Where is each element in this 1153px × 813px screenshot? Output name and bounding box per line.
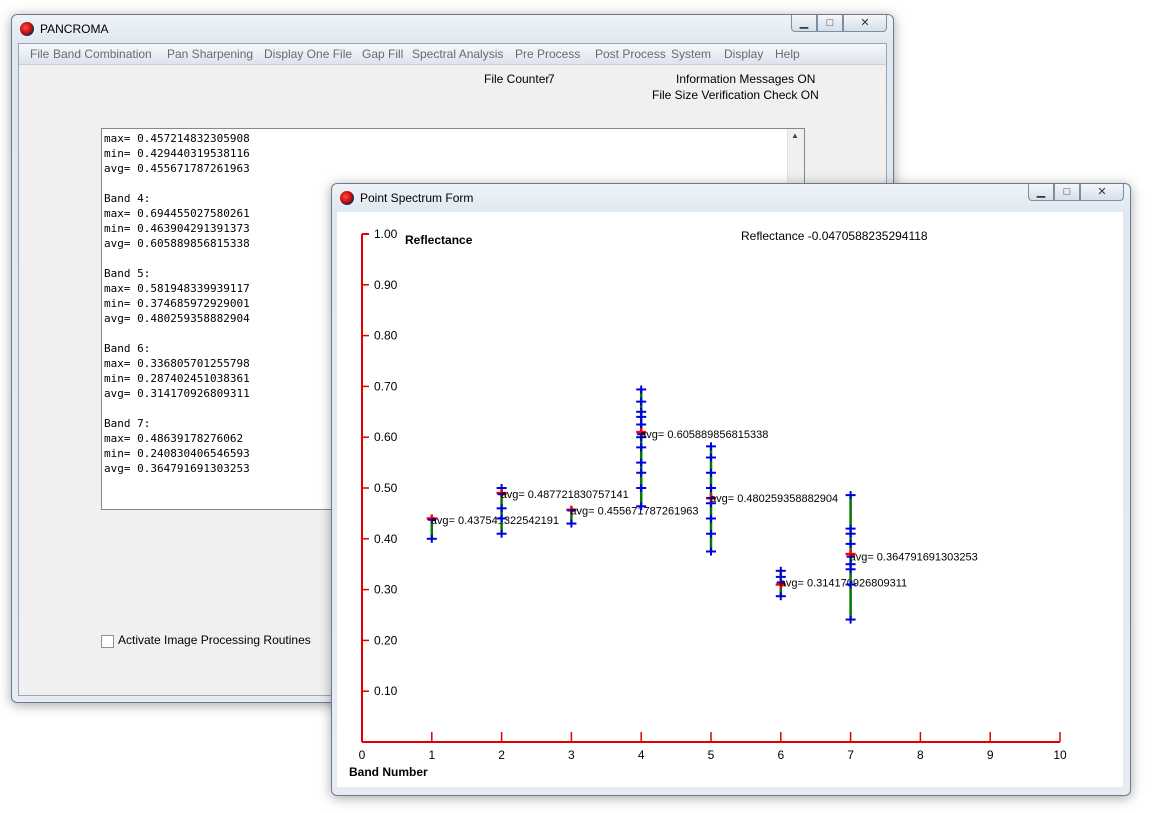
x-tick-label: 1	[428, 748, 435, 762]
band-avg-label: avg= 0.437541322542191	[431, 515, 559, 527]
x-tick-label: 10	[1053, 748, 1067, 762]
band-avg-label: avg= 0.314170926809311	[780, 577, 907, 589]
pancroma-app-icon	[20, 22, 34, 36]
spectrum-app-icon	[340, 191, 354, 205]
menu-system[interactable]: System	[671, 47, 711, 61]
main-window-title: PANCROMA	[40, 22, 109, 36]
menu-file[interactable]: File	[30, 47, 49, 61]
band-avg-label: avg= 0.455671787261963	[570, 506, 698, 518]
y-tick-label: 0.60	[374, 430, 398, 444]
info-messages-status: Information Messages ON	[676, 72, 816, 86]
x-tick-label: 3	[568, 748, 575, 762]
y-tick-label: 0.50	[374, 481, 398, 495]
main-titlebar[interactable]: PANCROMA ▁ □ ✕	[12, 15, 893, 43]
maximize-icon[interactable]: □	[1054, 184, 1080, 201]
y-tick-label: 0.40	[374, 532, 398, 546]
x-tick-label: 0	[359, 748, 366, 762]
minimize-icon[interactable]: ▁	[791, 15, 817, 32]
x-tick-label: 8	[917, 748, 924, 762]
file-counter-value: 7	[548, 72, 555, 86]
close-icon[interactable]: ✕	[1080, 184, 1124, 201]
y-axis-title: Reflectance	[405, 233, 473, 247]
menu-spectral-analysis[interactable]: Spectral Analysis	[412, 47, 503, 61]
file-counter-label: File Counter	[484, 72, 550, 86]
y-tick-label: 1.00	[374, 227, 398, 241]
y-tick-label: 0.70	[374, 379, 398, 393]
spectrum-titlebar[interactable]: Point Spectrum Form ▁ □ ✕	[332, 184, 1130, 212]
y-tick-label: 0.10	[374, 684, 398, 698]
scroll-up-icon[interactable]: ▲	[791, 131, 799, 140]
minimize-icon[interactable]: ▁	[1028, 184, 1054, 201]
reflectance-readout: Reflectance -0.0470588235294118	[741, 229, 928, 243]
maximize-icon[interactable]: □	[817, 15, 843, 32]
menu-band-combination[interactable]: Band Combination	[53, 47, 152, 61]
band-avg-label: avg= 0.364791691303253	[850, 552, 978, 564]
menu-pan-sharpening[interactable]: Pan Sharpening	[167, 47, 253, 61]
x-tick-label: 2	[498, 748, 505, 762]
x-tick-label: 5	[708, 748, 715, 762]
file-size-check-status: File Size Verification Check ON	[652, 88, 819, 102]
band-avg-label: avg= 0.605889856815338	[640, 429, 768, 441]
spectrum-window-title: Point Spectrum Form	[360, 191, 474, 205]
point-spectrum-window: Point Spectrum Form ▁ □ ✕ 0.10 0.20 0.30 0.…	[331, 183, 1131, 796]
x-tick-label: 6	[777, 748, 784, 762]
x-tick-label: 7	[847, 748, 854, 762]
y-tick-label: 0.30	[374, 583, 398, 597]
y-tick-label: 0.90	[374, 278, 398, 292]
x-tick-label: 9	[987, 748, 994, 762]
x-axis-title: Band Number	[349, 765, 428, 779]
main-menubar: File Band Combination Pan Sharpening Displa…	[19, 44, 886, 65]
spectrum-chart: 0.10 0.20 0.30 0.40 0.50 0.60 0.70 0.80 0.90 1.00…	[349, 227, 1067, 779]
activate-processing-checkbox[interactable]	[101, 635, 114, 648]
menu-display[interactable]: Display	[724, 47, 763, 61]
x-tick-label: 4	[638, 748, 645, 762]
menu-display-one-file[interactable]: Display One File	[264, 47, 352, 61]
menu-help[interactable]: Help	[775, 47, 800, 61]
y-tick-label: 0.80	[374, 329, 398, 343]
menu-gap-fill[interactable]: Gap Fill	[362, 47, 403, 61]
band-avg-label: avg= 0.480259358882904	[710, 493, 838, 505]
menu-pre-process[interactable]: Pre Process	[515, 47, 580, 61]
close-icon[interactable]: ✕	[843, 15, 887, 32]
band-avg-label: avg= 0.487721830757141	[501, 489, 629, 501]
menu-post-process[interactable]: Post Process	[595, 47, 666, 61]
spectrum-plot-area: 0.10 0.20 0.30 0.40 0.50 0.60 0.70 0.80 0.90 1.00…	[337, 212, 1123, 787]
y-tick-label: 0.20	[374, 633, 398, 647]
activate-processing-label: Activate Image Processing Routines	[118, 633, 311, 647]
